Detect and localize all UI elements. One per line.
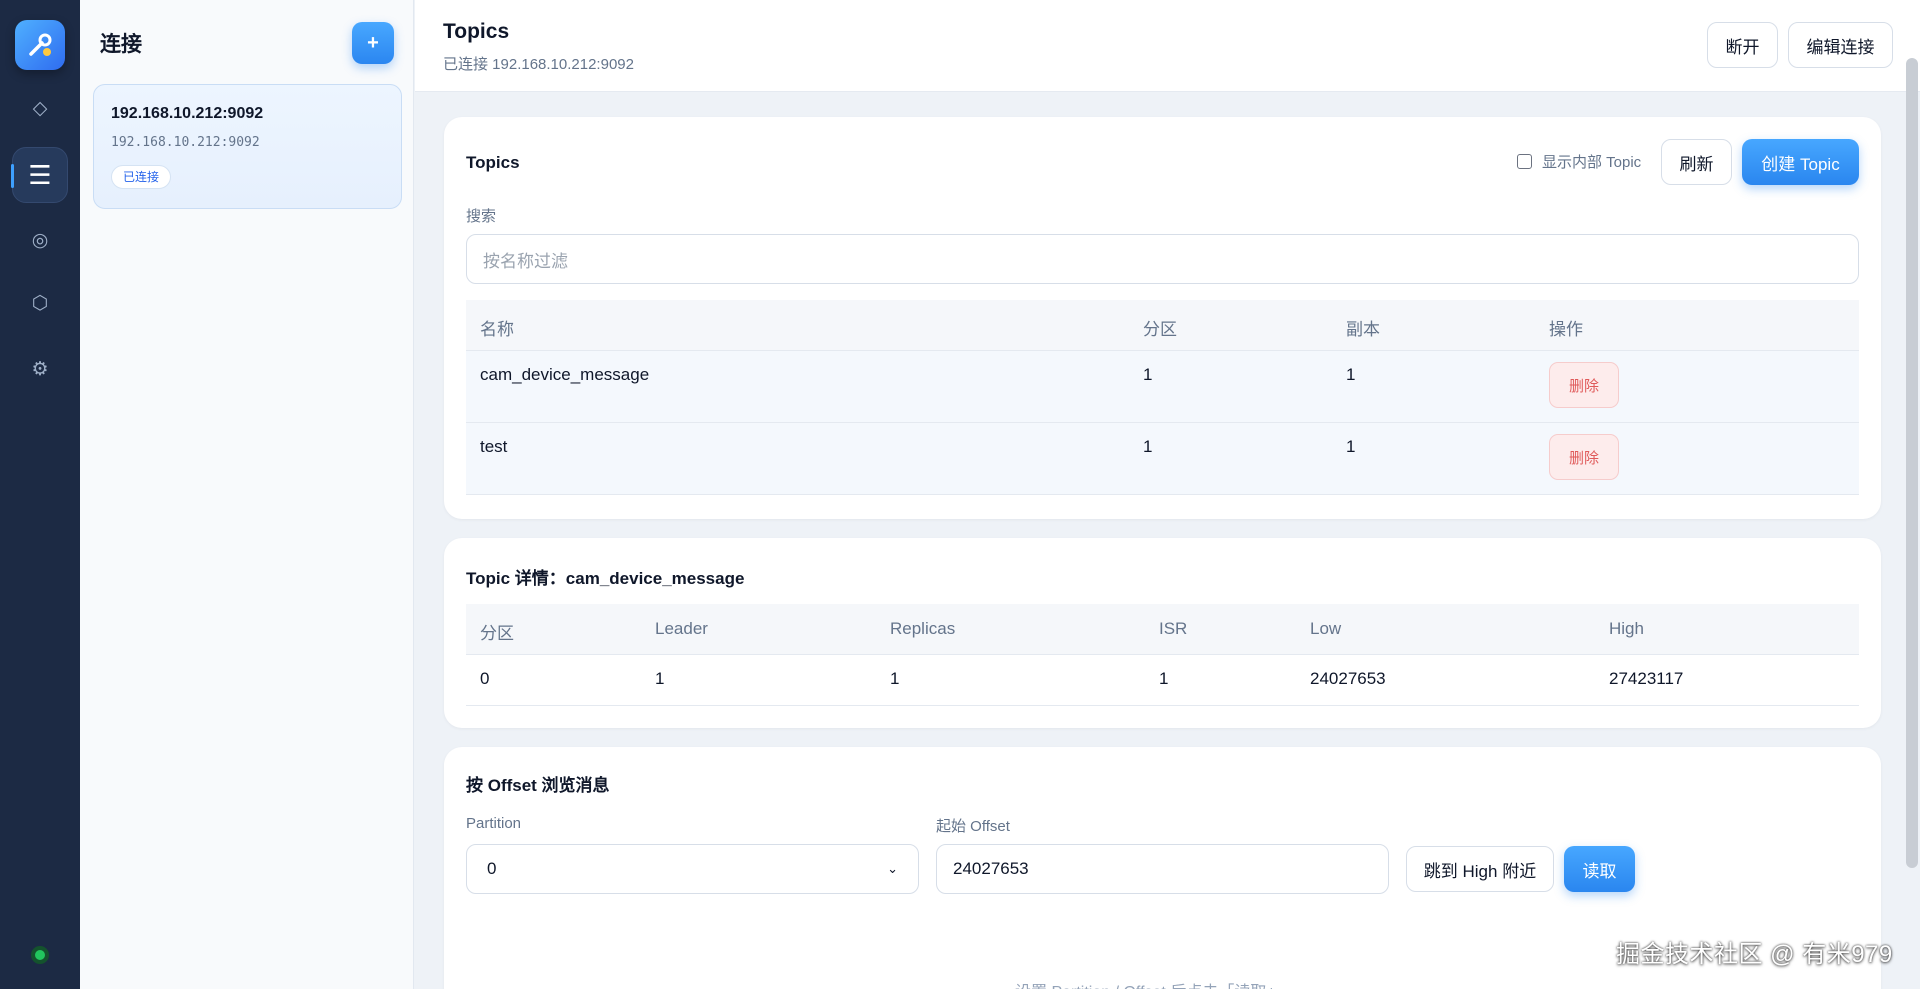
disconnect-button[interactable]: 断开 (1707, 22, 1778, 68)
connection-name: 192.168.10.212:9092 (111, 105, 264, 122)
create-topic-button[interactable]: 创建 Topic (1742, 139, 1859, 185)
partition-select[interactable]: 0 ⌄ (466, 844, 919, 894)
offset-input[interactable]: 24027653 (936, 844, 1389, 894)
column-header-partitions: 分区 (1143, 320, 1177, 339)
tools-wrench-icon (29, 33, 52, 56)
app-rail: ◇ ☰ ◎ ⬡ ⚙ (0, 0, 80, 989)
list-icon: ☰ (28, 159, 52, 190)
refresh-button[interactable]: 刷新 (1661, 139, 1732, 185)
table-row: 0 1 1 1 24027653 27423117 (466, 655, 1859, 706)
partition-id: 0 (480, 669, 490, 688)
page-scrollbar[interactable] (1906, 58, 1918, 868)
show-internal-toggle[interactable]: 显示内部 Topic (1517, 151, 1641, 172)
connection-status-badge: 已连接 (111, 165, 172, 189)
column-header-replicas: Replicas (890, 619, 956, 638)
browse-hint: 设置 Partition / Offset 后点击「读取」 (1015, 978, 1282, 989)
delete-topic-button[interactable]: 删除 (1549, 434, 1619, 480)
rail-item-hexagon[interactable]: ⬡ (12, 275, 68, 331)
app-logo[interactable] (15, 20, 65, 70)
topic-name: cam_device_message (480, 365, 650, 384)
page-title: Topics (443, 20, 510, 43)
topics-card: Topics 显示内部 Topic 刷新 创建 Topic 搜索 按名称过滤 名… (444, 117, 1881, 519)
table-row[interactable]: cam_device_message 1 1 删除 (466, 351, 1859, 423)
connection-card[interactable]: 192.168.10.212:9092 192.168.10.212:9092 … (93, 84, 402, 209)
search-input[interactable]: 按名称过滤 (466, 234, 1859, 284)
partition-replicas: 1 (890, 669, 900, 688)
topic-detail-title: Topic 详情：cam_device_message (466, 569, 745, 588)
gear-icon: ⚙ (31, 358, 49, 380)
add-connection-button[interactable]: + (352, 22, 394, 64)
topic-replicas: 1 (1346, 437, 1356, 456)
column-header-replicas: 副本 (1346, 320, 1380, 339)
offset-label: 起始 Offset (936, 818, 1010, 835)
column-header-high: High (1609, 619, 1644, 638)
partition-low-offset: 24027653 (1310, 669, 1386, 688)
read-button[interactable]: 读取 (1564, 846, 1635, 892)
connections-panel: 连接 + 192.168.10.212:9092 192.168.10.212:… (80, 0, 414, 989)
browse-title: 按 Offset 浏览消息 (466, 776, 610, 795)
column-header-name: 名称 (480, 320, 514, 339)
topic-detail-card: Topic 详情：cam_device_message 分区 Leader Re… (444, 538, 1881, 728)
partition-leader: 1 (655, 669, 665, 688)
topic-name: test (480, 437, 508, 456)
topic-partitions: 1 (1143, 365, 1153, 384)
rail-item-diamond[interactable]: ◇ (12, 80, 68, 136)
show-internal-label: 显示内部 Topic (1542, 154, 1642, 171)
column-header-low: Low (1310, 619, 1342, 638)
partition-high-offset: 27423117 (1609, 669, 1684, 688)
rail-item-gear[interactable]: ⚙ (12, 341, 68, 397)
edit-connection-button[interactable]: 编辑连接 (1788, 22, 1893, 68)
rail-item-list[interactable]: ☰ (11, 147, 68, 203)
topics-card-title: Topics (466, 153, 520, 172)
connection-status-dot (31, 946, 49, 964)
partition-isr: 1 (1159, 669, 1169, 688)
topics-table-header: 名称 分区 副本 操作 (466, 300, 1859, 351)
delete-topic-button[interactable]: 删除 (1549, 362, 1619, 408)
show-internal-checkbox[interactable] (1517, 154, 1532, 169)
topic-replicas: 1 (1346, 365, 1356, 384)
search-label: 搜索 (466, 208, 497, 225)
chevron-down-icon: ⌄ (887, 861, 898, 876)
partition-select-value: 0 (487, 859, 497, 878)
partition-label: Partition (466, 815, 522, 832)
rail-item-target[interactable]: ◎ (12, 212, 68, 268)
table-row[interactable]: test 1 1 删除 (466, 423, 1859, 495)
target-icon: ◎ (31, 229, 49, 251)
page-subtitle: 已连接 192.168.10.212:9092 (443, 56, 634, 73)
column-header-actions: 操作 (1549, 320, 1583, 339)
diamond-icon: ◇ (32, 97, 48, 119)
hexagon-icon: ⬡ (31, 292, 49, 314)
partition-table: 分区 Leader Replicas ISR Low High 0 1 1 1 … (466, 604, 1859, 706)
topic-partitions: 1 (1143, 437, 1153, 456)
main-header: Topics 已连接 192.168.10.212:9092 断开 编辑连接 (415, 0, 1920, 92)
column-header-partition: 分区 (480, 624, 514, 643)
column-header-leader: Leader (655, 619, 708, 638)
partition-table-header: 分区 Leader Replicas ISR Low High (466, 604, 1859, 655)
watermark: 掘金技术社区 @ 有米979 (1616, 941, 1893, 968)
column-header-isr: ISR (1159, 619, 1188, 638)
connection-address: 192.168.10.212:9092 (111, 135, 260, 150)
topics-table: 名称 分区 副本 操作 cam_device_message 1 1 删除 te… (466, 300, 1859, 495)
connections-title: 连接 (100, 33, 142, 56)
jump-to-high-button[interactable]: 跳到 High 附近 (1406, 846, 1554, 892)
